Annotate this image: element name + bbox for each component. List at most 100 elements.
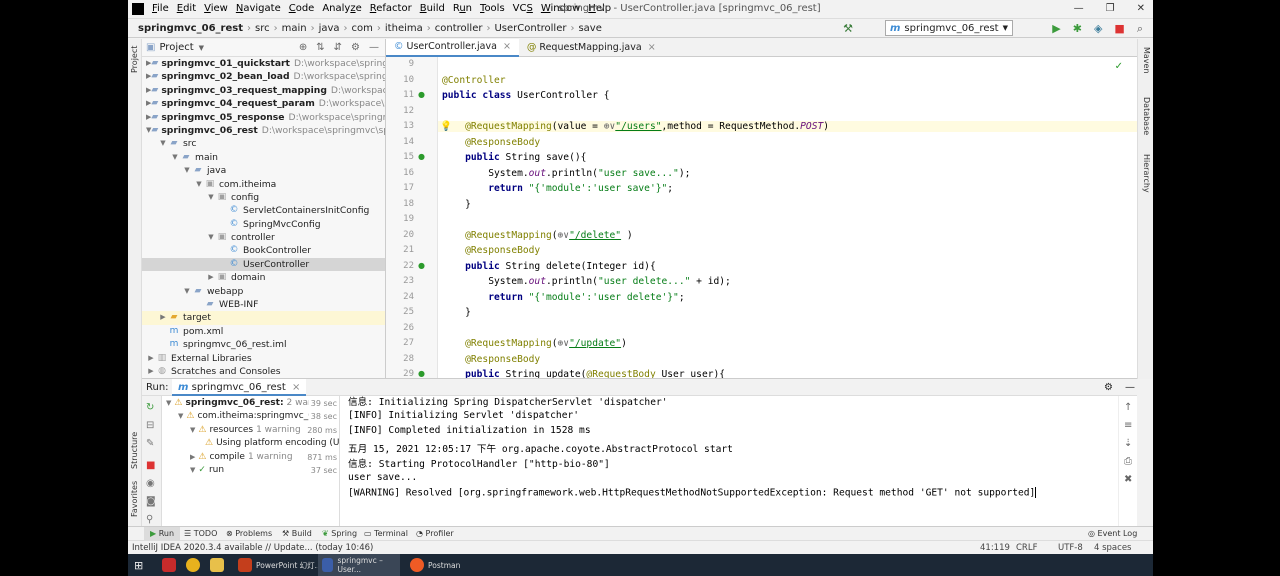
chevron-down-icon[interactable]: ▶	[190, 453, 195, 461]
run-tab[interactable]: m springmvc_06_rest ×	[172, 379, 307, 396]
tree-item[interactable]: ▰ WEB-INF	[142, 298, 385, 311]
menu-tools[interactable]: Tools	[476, 0, 509, 18]
pin-icon[interactable]: ⚲	[146, 514, 153, 525]
collapse-all-icon[interactable]: ⇵	[334, 39, 342, 57]
hide-icon[interactable]: —	[1125, 379, 1135, 396]
tree-item[interactable]: ▶ ▰ springmvc_02_bean_load D:\workspace\spr…	[142, 70, 385, 83]
run-tree-item[interactable]: ▼ ⚠ resources 1 warning 280 ms	[162, 423, 339, 437]
inspection-ok-icon[interactable]: ✓	[1115, 61, 1123, 72]
menu-build[interactable]: Build	[416, 0, 449, 18]
breadcrumb-item[interactable]: itheima	[383, 23, 425, 34]
bottom-tab-problems[interactable]: ⊗ Problems	[226, 527, 272, 541]
code-area[interactable]: @Controller public class UserController {…	[438, 57, 1137, 378]
close-button[interactable]: ✕	[1137, 0, 1145, 18]
favorites-side-tab[interactable]: Favorites	[130, 481, 139, 517]
close-icon[interactable]: ×	[503, 39, 511, 56]
camera-icon[interactable]: ◙	[146, 496, 156, 507]
search-icon[interactable]: ⌕	[1137, 19, 1143, 38]
breadcrumb-item[interactable]: java	[317, 23, 342, 34]
gear-icon[interactable]: ⚙	[351, 39, 360, 57]
tree-item[interactable]: ▶ ▰ springmvc_01_quickstart D:\workspace\sp…	[142, 57, 385, 70]
caret-position[interactable]: 41:119	[980, 541, 1010, 554]
menu-refactor[interactable]: Refactor	[366, 0, 416, 18]
stop-icon[interactable]: ■	[146, 460, 155, 471]
lightbulb-icon[interactable]: 💡	[440, 121, 452, 132]
run-config-selector[interactable]: m springmvc_06_rest ▼	[884, 20, 1013, 36]
start-button[interactable]: ⊞	[134, 554, 143, 576]
menu-view[interactable]: View	[200, 0, 232, 18]
run-icon[interactable]: ▶	[1052, 19, 1060, 38]
editor-tab[interactable]: @ RequestMapping.java ×	[519, 39, 664, 57]
tree-item[interactable]: ▶ ▰ springmvc_04_request_param D:\workspace…	[142, 97, 385, 110]
maven-side-tab[interactable]: Maven	[1142, 47, 1151, 74]
chevron-down-icon[interactable]: ▼	[194, 178, 204, 191]
coverage-icon[interactable]: ◈	[1094, 19, 1102, 38]
chevron-down-icon[interactable]: ▼	[190, 466, 195, 474]
hierarchy-side-tab[interactable]: Hierarchy	[1142, 154, 1151, 193]
minimize-button[interactable]: —	[1074, 0, 1084, 18]
locate-icon[interactable]: ⊕	[299, 39, 307, 57]
bean-gutter-icon[interactable]: ●	[418, 369, 425, 378]
bottom-tab-terminal[interactable]: ▭ Terminal	[364, 527, 408, 541]
tree-item[interactable]: © SpringMvcConfig	[142, 218, 385, 231]
tree-item[interactable]: ▶ ▥ External Libraries	[142, 352, 385, 365]
toggle-view-icon[interactable]: ⊟	[146, 420, 154, 431]
bean-gutter-icon[interactable]: ●	[418, 90, 425, 99]
print-icon[interactable]: ⎙	[1124, 456, 1132, 467]
run-tree-item[interactable]: ⚠ Using platform encoding (U	[162, 437, 339, 450]
tree-item[interactable]: © BookController	[142, 244, 385, 257]
tree-item[interactable]: ▼ ▰ java	[142, 164, 385, 177]
taskbar-postman[interactable]: Postman	[406, 554, 464, 576]
menu-navigate[interactable]: Navigate	[232, 0, 285, 18]
chevron-down-icon[interactable]: ▼	[206, 191, 216, 204]
editor-tab[interactable]: © UserController.java ×	[386, 39, 519, 57]
breadcrumb-item[interactable]: controller	[433, 23, 485, 34]
taskbar-chrome[interactable]	[186, 554, 200, 576]
tree-item[interactable]: ▼ ▣ config	[142, 191, 385, 204]
breadcrumb-item[interactable]: src	[253, 23, 272, 34]
breadcrumb-item[interactable]: com	[350, 23, 375, 34]
chevron-down-icon[interactable]: ▼	[178, 412, 183, 420]
chevron-down-icon[interactable]: ▼	[199, 44, 204, 52]
stop-icon[interactable]: ■	[1114, 19, 1124, 38]
file-encoding[interactable]: UTF-8	[1058, 541, 1083, 554]
close-icon[interactable]: ×	[292, 382, 300, 393]
chevron-right-icon[interactable]: ▶	[146, 352, 156, 365]
chevron-right-icon[interactable]: ▶	[146, 365, 156, 378]
tree-item[interactable]: ▼ ▣ com.itheima	[142, 178, 385, 191]
rerun-icon[interactable]: ↻	[146, 402, 154, 413]
tree-item[interactable]: ▼ ▰ webapp	[142, 285, 385, 298]
structure-side-tab[interactable]: Structure	[130, 432, 139, 469]
run-tree-item[interactable]: ▶ ⚠ compile 1 warning 871 ms	[162, 450, 339, 464]
chevron-right-icon[interactable]: ▶	[206, 271, 216, 284]
line-separator[interactable]: CRLF	[1016, 541, 1037, 554]
tree-item[interactable]: © ServletContainersInitConfig	[142, 204, 385, 217]
chevron-down-icon[interactable]: ▼	[206, 231, 216, 244]
bottom-tab-profiler[interactable]: ◔ Profiler	[416, 527, 454, 541]
chevron-down-icon[interactable]: ▼	[182, 164, 192, 177]
tree-item[interactable]: ▶ ◍ Scratches and Consoles	[142, 365, 385, 378]
bean-gutter-icon[interactable]: ●	[418, 261, 425, 270]
breadcrumb-item[interactable]: save	[576, 23, 603, 34]
menu-run[interactable]: Run	[449, 0, 476, 18]
project-panel-title[interactable]: Project	[159, 42, 193, 53]
menu-file[interactable]: File	[148, 0, 173, 18]
hammer-icon[interactable]: ⚒	[843, 19, 853, 38]
chevron-down-icon[interactable]: ▼	[170, 151, 180, 164]
tree-item[interactable]: ▼ ▰ main	[142, 151, 385, 164]
breadcrumb-item[interactable]: springmvc_06_rest	[136, 23, 245, 34]
trash-icon[interactable]: ✖	[1124, 474, 1132, 485]
bottom-tab-event-log[interactable]: ◎ Event Log	[1088, 527, 1137, 541]
close-icon[interactable]: ×	[648, 39, 656, 57]
tree-item[interactable]: ▶ ▰ springmvc_05_response D:\workspace\spri…	[142, 111, 385, 124]
expand-all-icon[interactable]: ⇅	[316, 39, 324, 57]
status-message[interactable]: IntelliJ IDEA 2020.3.4 available // Upda…	[132, 541, 373, 554]
bottom-tab-build[interactable]: ⚒ Build	[282, 527, 312, 541]
tree-item[interactable]: ▶ ▣ domain	[142, 271, 385, 284]
scroll-end-icon[interactable]: ⇣	[1124, 438, 1132, 449]
menu-code[interactable]: Code	[285, 0, 319, 18]
bottom-tab-run[interactable]: ▶ Run	[144, 527, 181, 541]
bottom-tab-todo[interactable]: ☰ TODO	[184, 527, 217, 541]
wrench-icon[interactable]: ✎	[146, 438, 154, 449]
taskbar-intellij[interactable]: springmvc – User...	[318, 554, 400, 576]
